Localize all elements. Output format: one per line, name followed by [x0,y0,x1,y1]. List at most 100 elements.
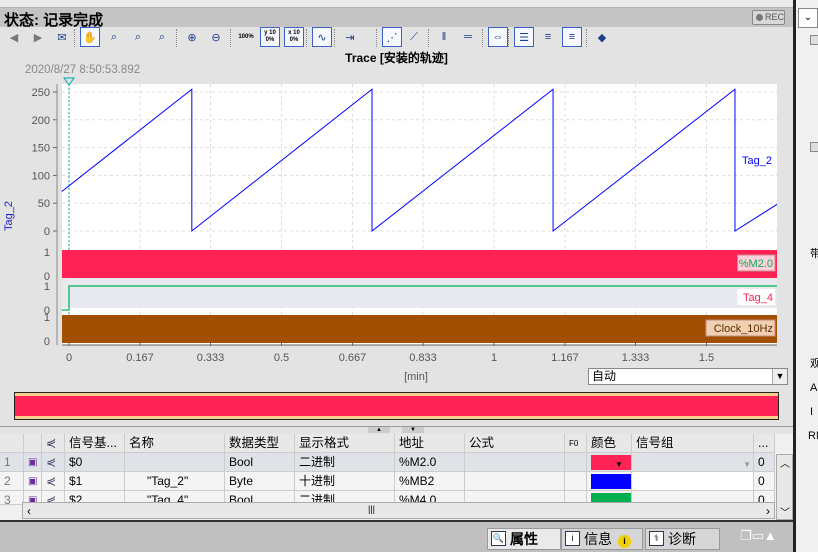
zoom-select-icon[interactable]: ⌕ [104,27,124,47]
collapse-up-button[interactable]: ▲ [368,427,390,433]
header-base[interactable]: 信号基... [65,434,125,452]
header-formula[interactable]: 公式 [465,434,565,452]
formula-editor-icon[interactable]: F0 [565,434,587,452]
y-tick-label: 150 [32,143,50,155]
header-address[interactable]: 地址 [395,434,465,452]
panel-text: A [810,382,818,394]
header-name[interactable]: 名称 [125,434,225,452]
zoom-in-icon[interactable]: ⊕ [182,27,202,47]
align-left-icon[interactable]: ≡ [538,27,558,47]
signal-base[interactable]: $0 [65,453,125,471]
x-tick-label: 0 [66,352,72,364]
zoom-out-icon[interactable]: ⊖ [206,27,226,47]
align-right-icon[interactable]: ≡ [562,27,582,47]
status-bar: 状态: 记录完成 REC [0,8,793,29]
row-number: 3 [0,491,24,504]
y-tick-label: 100 [32,170,50,182]
table-header: ⋞ 信号基... 名称 数据类型 显示格式 地址 公式 F0 颜色 信号组 ..… [0,434,775,453]
x-tick-label: 0.667 [339,352,367,364]
measure-line-icon[interactable]: ⟋ [404,27,424,47]
series-label-tag2: Tag_2 [742,155,772,167]
tag4-track-bg [62,274,777,308]
trace-chart[interactable]: 0 0.167 0.333 0.5 0.667 0.833 1 1.167 1.333 1.5 [m… [0,76,793,388]
splitter[interactable]: ▲ ▼ [0,426,793,434]
series-band-clock10hz [62,315,777,343]
diagnostics-icon: ⚕ [649,531,664,546]
legend-icon[interactable]: ☰ [514,27,534,47]
signal-name[interactable]: "Tag_2" [125,472,225,490]
horizontal-scrollbar[interactable]: ‹ ||| › [22,502,775,519]
fit-icon[interactable]: ⇔ [488,27,508,47]
y-tick-label: 1 [44,312,50,324]
chevron-down-icon[interactable]: ▼ [772,369,787,384]
panel-button[interactable] [810,142,818,152]
zoom-horizontal-icon[interactable]: ⌕ [152,27,172,47]
signal-base[interactable]: $1 [65,472,125,490]
horizontal-cursor-icon[interactable]: ═ [458,27,478,47]
tab-properties[interactable]: 🔍 属性 [487,528,561,550]
row-number: 2 [0,472,24,490]
time-mode-select[interactable]: 自动 ▼ [588,368,788,385]
zoom-100-icon[interactable]: 100% [236,27,256,47]
signal-view-icon[interactable]: ∿ [312,27,332,47]
color-cell[interactable]: ▼ [587,453,632,471]
restore-icon[interactable]: ❐▭▲ [740,528,777,544]
zoom-vertical-icon[interactable]: ⌕ [128,27,148,47]
chevron-down-icon[interactable]: ▼ [743,455,751,471]
formula[interactable] [465,472,565,490]
trigger-marker-icon [63,77,75,86]
vertical-scrollbar[interactable]: ︿ ﹀ [776,454,793,520]
header-group[interactable]: 信号组 [632,434,754,452]
x-100-icon[interactable]: x 100% [284,27,304,47]
color-fill-icon[interactable]: ◆ [592,27,612,47]
address[interactable]: %M2.0 [395,453,465,471]
header-format[interactable]: 显示格式 [295,434,395,452]
x-tick-label: 0.167 [126,352,154,364]
measure-point-icon[interactable]: ⋰ [382,27,402,47]
table-row[interactable]: 1 ▣ ⋞ $0 Bool 二进制 %M2.0 ▼ ▼ 0 [0,453,775,472]
x-tick-label: 0.5 [274,352,289,364]
warning-icon: i [618,535,631,548]
vertical-cursor-icon[interactable]: ‖ [434,27,454,47]
overview-signal [15,396,778,416]
y-100-icon[interactable]: y 100% [260,27,280,47]
time-axis-icon[interactable]: ⇥ [340,27,360,47]
collapse-down-button[interactable]: ▼ [402,427,424,433]
address[interactable]: %MB2 [395,472,465,490]
rec-label: REC [765,12,785,22]
toolbar-separator [306,29,307,47]
rec-button[interactable]: REC [752,10,785,25]
panel-text: 观 [810,358,818,370]
snapshot-icon[interactable]: ✉ [52,27,72,47]
toolbar-separator [376,29,377,47]
forward-icon[interactable]: ▶ [28,27,48,47]
data-type[interactable]: Bool [225,453,295,471]
display-format[interactable]: 二进制 [295,453,395,471]
overview-bar[interactable] [14,392,779,420]
chevron-down-icon[interactable]: ⌄ [798,8,818,28]
toolbar: ◀ ▶ ✉ ✋ ⌕ ⌕ ⌕ ⊕ ⊖ 100% y 100% x 100% ∿ ⇥ ⋰ ⟋ ‖ ═ ⇔ ☰ ≡ ≡ ◆ [0,27,793,49]
chevron-down-icon[interactable]: ▼ [615,455,623,471]
toolbar-separator [230,29,231,47]
back-icon[interactable]: ◀ [4,27,24,47]
hand-icon[interactable]: ✋ [80,27,100,47]
signal-group[interactable] [632,472,754,490]
tab-info[interactable]: i 信息 i [561,528,643,550]
signal-name[interactable] [125,453,225,471]
formula-cell [565,453,587,471]
tab-diagnostics[interactable]: ⚕ 诊断 [645,528,720,550]
header-more[interactable]: ... [754,434,775,452]
toolbar-separator [334,29,335,47]
table-row[interactable]: 2 ▣ ⋞ $1 "Tag_2" Byte 十进制 %MB2 0 [0,472,775,491]
y-tick-label: 250 [32,87,50,99]
header-type[interactable]: 数据类型 [225,434,295,452]
header-color[interactable]: 颜色 [587,434,632,452]
signal-group[interactable]: ▼ [632,453,754,471]
data-type[interactable]: Byte [225,472,295,490]
display-format[interactable]: 十进制 [295,472,395,490]
formula[interactable] [465,453,565,471]
top-strip [0,0,793,8]
extra-value: 0 [754,472,775,490]
color-cell[interactable] [587,472,632,490]
panel-button[interactable] [810,35,818,45]
